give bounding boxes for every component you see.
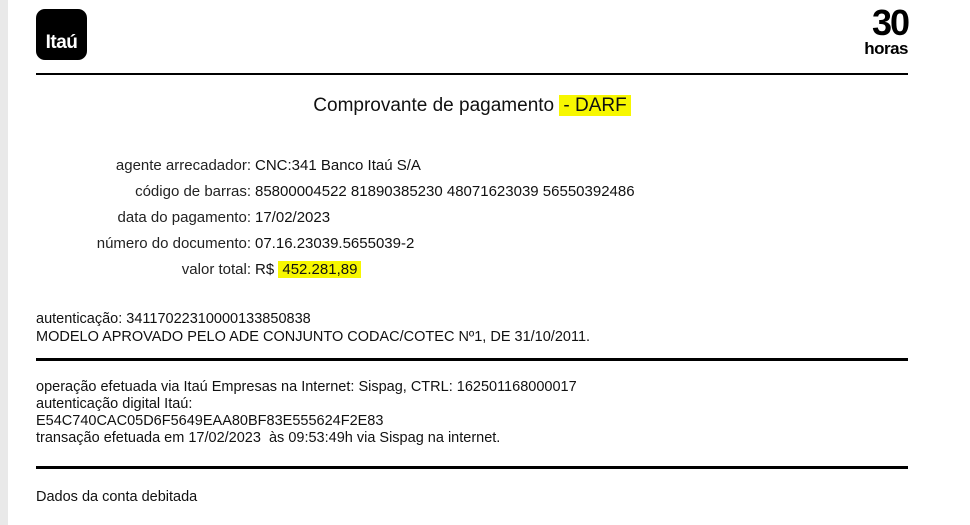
total-currency: R$ bbox=[255, 260, 275, 278]
header-divider bbox=[36, 73, 908, 75]
field-row-total: valor total: R$ 452.281,89 bbox=[36, 256, 736, 282]
field-row-payment-date: data do pagamento: 17/02/2023 bbox=[36, 204, 736, 230]
field-row-barcode: código de barras: 85800004522 8189038523… bbox=[36, 178, 736, 204]
transaction-line: transação efetuada em 17/02/2023 às 09:5… bbox=[36, 430, 501, 446]
receipt-title-prefix: Comprovante de pagamento bbox=[313, 95, 555, 116]
30-horas-word: horas bbox=[864, 39, 908, 58]
total-label: valor total: bbox=[181, 260, 251, 278]
30-horas-logo: 30 horas bbox=[852, 2, 910, 64]
field-label: código de barras: bbox=[135, 182, 251, 200]
field-label: número do documento: bbox=[96, 234, 251, 252]
authentication-value: 3411702231000013385083­8 bbox=[126, 311, 311, 327]
receipt-title: Comprovante de pagamento - DARF bbox=[36, 95, 908, 117]
field-row-document-number: número do documento: 07.16.23039.5655039… bbox=[36, 230, 736, 256]
operation-text: operação efetuada via Itaú Empresas na I… bbox=[36, 379, 355, 395]
digital-auth-label: autenticação digital Itaú: bbox=[36, 396, 193, 412]
debit-account-title: Dados da conta debitada bbox=[36, 489, 198, 505]
field-row-agent: agente arrecadador: CNC:341 Banco Itaú S… bbox=[36, 152, 736, 178]
authentication-line: autenticação: 3411702231000013385083­8 bbox=[36, 310, 590, 328]
section-divider-2 bbox=[36, 466, 908, 469]
field-label: data do pagamento: bbox=[117, 208, 251, 226]
operation-line: operação efetuada via Itaú Empresas na I… bbox=[36, 379, 577, 396]
total-amount: 452.281,89 bbox=[278, 260, 362, 278]
field-value: 17/02/2023 bbox=[255, 208, 331, 226]
itau-logo: Itaú bbox=[36, 9, 87, 60]
section-divider-1 bbox=[36, 358, 908, 361]
field-label: agente arrecadador: bbox=[115, 156, 251, 174]
30-horas-number: 30 bbox=[871, 2, 910, 43]
field-value: 07.16.23039.5655039-2 bbox=[255, 234, 415, 252]
receipt-title-highlight: - DARF bbox=[559, 95, 631, 116]
total-value-group: R$ 452.281,89 bbox=[255, 260, 362, 278]
operation-block: operação efetuada via Itaú Empresas na I… bbox=[36, 379, 577, 447]
authentication-label: autenticação: bbox=[36, 311, 123, 327]
digital-auth-value: E54C740CAC05D6F5649EAA80BF83E555624F2E83 bbox=[36, 413, 384, 429]
itau-logo-text: Itaú bbox=[45, 32, 78, 53]
model-note: MODELO APROVADO PELO ADE CONJUNTO CODAC/… bbox=[36, 329, 591, 345]
field-value: CNC:341 Banco Itaú S/A bbox=[255, 156, 421, 174]
authentication-block: autenticação: 3411702231000013385083­8 M… bbox=[36, 310, 590, 346]
field-value: 85800004522 81890385230 48071623039 5655… bbox=[255, 182, 635, 200]
operation-value: Sispag, CTRL: 162501168000017 bbox=[358, 379, 577, 395]
payment-fields: agente arrecadador: CNC:341 Banco Itaú S… bbox=[36, 152, 736, 282]
left-margin-strip bbox=[0, 0, 8, 525]
